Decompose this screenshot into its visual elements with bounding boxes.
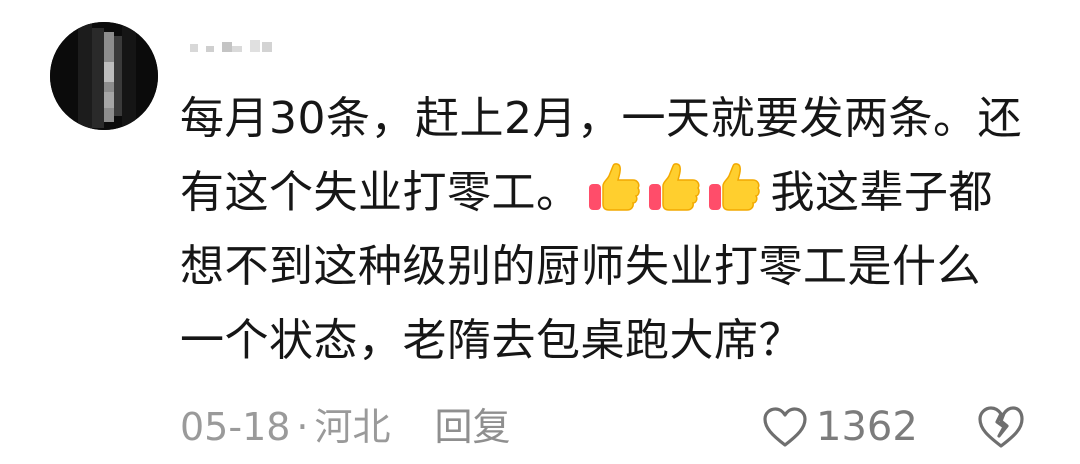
comment-line-4: 一个状态，老隋去包桌跑大席？ xyxy=(180,315,803,366)
comment-line-2: 有这个失业打零工。 我这辈子都 xyxy=(180,156,1060,230)
comment-line-2-text: 有这个失业打零工。 xyxy=(180,167,581,218)
like-count: 1362 xyxy=(816,404,918,450)
comment-line-3: 想不到这种级别的厨师失业打零工是什么 xyxy=(180,241,981,292)
comment-text: 每月30条，赶上2月，一天就要发两条。还 有这个失业打零工。 我这辈子都 想不到… xyxy=(180,82,1060,378)
comment-date: 05-18 xyxy=(180,405,291,449)
broken-heart-icon xyxy=(978,406,1024,448)
thumbs-up-icon xyxy=(588,163,640,211)
heart-icon xyxy=(763,407,807,447)
like-button[interactable]: 1362 xyxy=(762,402,918,452)
meta-separator: · xyxy=(296,405,309,449)
thumbs-up-icon xyxy=(708,163,760,211)
comment-line-2-tail: 我这辈子都 xyxy=(770,167,993,218)
comment-meta: 05-18 · 河北 回复 xyxy=(180,402,511,452)
comment-line-1: 每月30条，赶上2月，一天就要发两条。还 xyxy=(180,93,1022,144)
thumbs-up-icon xyxy=(648,163,700,211)
comment-location: 河北 xyxy=(314,405,391,449)
emoji-group xyxy=(587,156,767,230)
avatar[interactable] xyxy=(50,22,158,130)
comment-item: 每月30条，赶上2月，一天就要发两条。还 有这个失业打零工。 我这辈子都 想不到… xyxy=(0,0,1080,464)
reply-button[interactable]: 回复 xyxy=(435,405,511,449)
dislike-button[interactable] xyxy=(976,405,1026,449)
username-blurred[interactable] xyxy=(186,36,286,58)
